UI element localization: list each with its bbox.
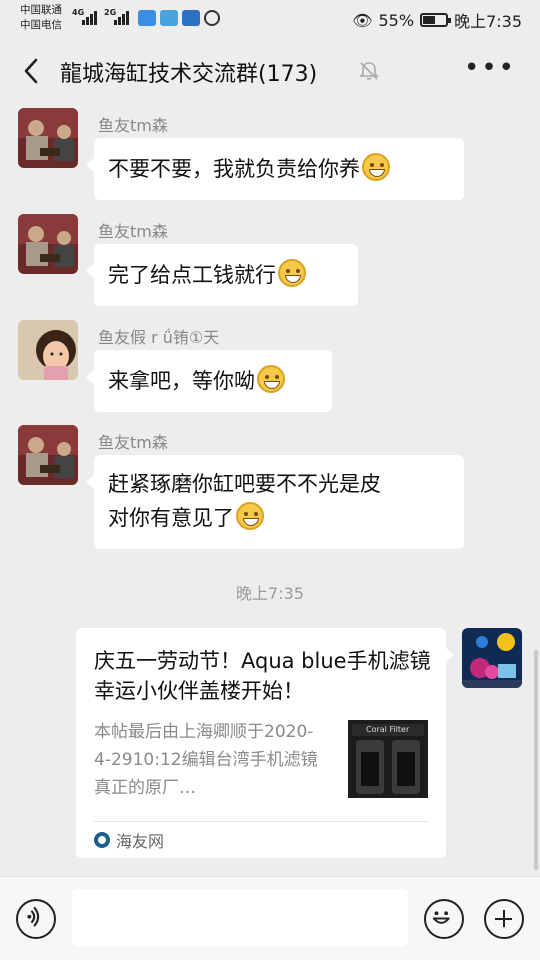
- sender-name: 鱼友tm森: [98, 116, 168, 135]
- message-bubble[interactable]: 完了给点工钱就行: [86, 244, 358, 306]
- message-bubble[interactable]: 不要不要，我就负责给你养: [86, 138, 464, 200]
- link-card-divider: [94, 821, 428, 822]
- link-card[interactable]: 庆五一劳动节！Aqua blue手机滤镜幸运小伙伴盖楼开始！ 本帖最后由上海卿顺…: [76, 628, 454, 858]
- chat-header: 龍城海缸技术交流群(173) •••: [0, 38, 540, 104]
- message-bubble[interactable]: 来拿吧，等你呦: [86, 350, 332, 412]
- bell-off-icon: [358, 60, 380, 82]
- message-input[interactable]: [72, 889, 408, 947]
- avatar[interactable]: [18, 320, 78, 380]
- chat-timestamp: 晚上7:35: [236, 584, 304, 603]
- carrier-2: 中国电信: [20, 19, 62, 31]
- carrier-1: 中国联通: [20, 4, 62, 16]
- input-bar: [0, 876, 540, 960]
- message-text: 完了给点工钱就行: [108, 263, 276, 287]
- status-right: 👁 55% 晚上7:35: [352, 8, 522, 32]
- more-icon: •••: [463, 53, 516, 83]
- message-text-line-1: 赶紧琢磨你缸吧要不不光是皮: [108, 472, 381, 496]
- avatar[interactable]: [18, 214, 78, 274]
- emoji-button[interactable]: [424, 899, 464, 939]
- voice-button[interactable]: [16, 899, 56, 939]
- scrollbar[interactable]: [534, 650, 538, 870]
- laugh-cry-emoji-icon: [236, 502, 264, 530]
- signal-2-icon: [114, 9, 134, 25]
- signal-1-icon: [82, 9, 102, 25]
- grin-emoji-icon: [278, 259, 306, 287]
- more-button[interactable]: •••: [464, 55, 516, 81]
- avatar[interactable]: [18, 108, 78, 168]
- chat-title: 龍城海缸技术交流群(173): [60, 62, 318, 87]
- message-text: 不要不要，我就负责给你养: [108, 157, 360, 181]
- grin-emoji-icon: [362, 153, 390, 181]
- sender-name: 鱼友tm森: [98, 433, 168, 452]
- sender-name: 鱼友tm森: [98, 222, 168, 241]
- avatar[interactable]: [18, 425, 78, 485]
- smiley-icon: [432, 911, 450, 924]
- plus-button[interactable]: [484, 899, 524, 939]
- link-card-thumbnail: Coral Filter: [348, 720, 428, 798]
- site-logo-icon: [94, 832, 110, 848]
- sender-name: 鱼友假 r ǘ铕①天: [98, 328, 220, 347]
- clock: 晚上7:35: [454, 12, 522, 31]
- message-text: 来拿吧，等你呦: [108, 369, 255, 393]
- message-bubble[interactable]: 赶紧琢磨你缸吧要不不光是皮 对你有意见了: [86, 455, 464, 549]
- my-avatar[interactable]: [462, 628, 522, 688]
- app-notification-icon: [204, 10, 220, 26]
- app-notification-icon: [160, 10, 178, 26]
- voice-icon: [27, 906, 40, 927]
- link-card-description: 本帖最后由上海卿顺于2020-4-2910:12编辑台湾手机滤镜真正的原厂…: [94, 722, 318, 798]
- battery-fill: [423, 16, 436, 24]
- status-bar: 中国联通 中国电信 4G 2G 👁 55% 晚上7:35: [0, 0, 540, 38]
- app-notification-icon: [182, 10, 200, 26]
- chevron-left-icon: [24, 58, 38, 84]
- link-card-source-name: 海友网: [116, 832, 165, 851]
- app-notification-icon: [138, 10, 156, 26]
- thumbnail-label: Coral Filter: [366, 725, 410, 734]
- back-button[interactable]: [18, 54, 48, 88]
- battery-percent: 55%: [378, 10, 415, 30]
- grin-emoji-icon: [257, 365, 285, 393]
- carrier-info: 中国联通 中国电信: [20, 3, 62, 33]
- eye-icon: 👁: [352, 10, 373, 30]
- battery-icon: [420, 13, 452, 27]
- link-card-source: 海友网: [94, 828, 164, 852]
- message-text-line-2: 对你有意见了: [108, 506, 234, 530]
- link-card-title: 庆五一劳动节！Aqua blue手机滤镜幸运小伙伴盖楼开始！: [94, 649, 431, 703]
